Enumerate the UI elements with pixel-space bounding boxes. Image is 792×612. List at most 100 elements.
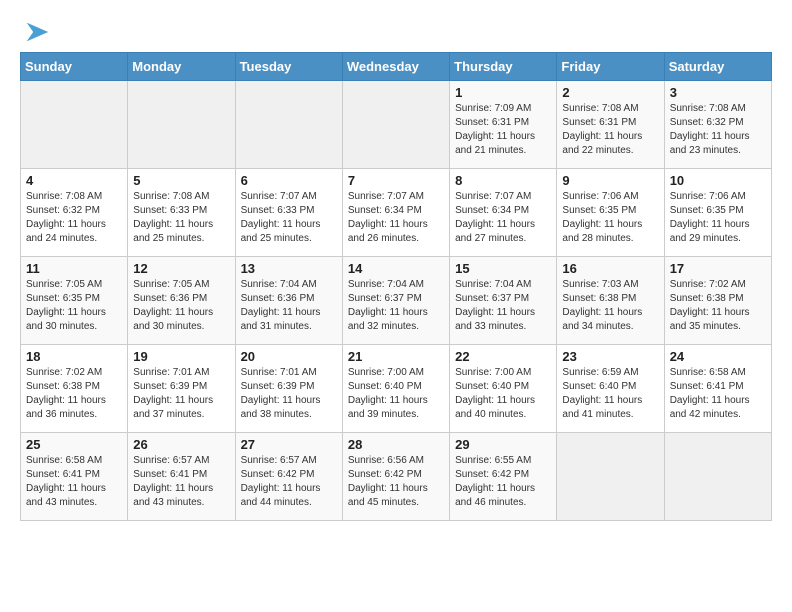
- day-number: 7: [348, 173, 444, 188]
- day-number: 3: [670, 85, 766, 100]
- day-number: 8: [455, 173, 551, 188]
- day-info: Sunrise: 6:58 AM Sunset: 6:41 PM Dayligh…: [670, 366, 766, 422]
- day-info: Sunrise: 7:06 AM Sunset: 6:35 PM Dayligh…: [562, 190, 658, 246]
- calendar-cell: 14 Sunrise: 7:04 AM Sunset: 6:37 PM Dayli…: [342, 257, 449, 345]
- day-number: 4: [26, 173, 122, 188]
- day-info: Sunrise: 7:04 AM Sunset: 6:37 PM Dayligh…: [348, 278, 444, 334]
- day-number: 27: [241, 437, 337, 452]
- header: [20, 18, 772, 42]
- calendar-cell: 25Sunrise: 6:58 AM Sunset: 6:41 PM Dayli…: [21, 433, 128, 521]
- calendar-cell: 16 Sunrise: 7:03 AM Sunset: 6:38 PM Dayli…: [557, 257, 664, 345]
- calendar-cell: 6Sunrise: 7:07 AM Sunset: 6:33 PM Daylig…: [235, 169, 342, 257]
- day-number: 15: [455, 261, 551, 276]
- calendar-cell: 18 Sunrise: 7:02 AM Sunset: 6:38 PM Dayli…: [21, 345, 128, 433]
- calendar-cell: 4Sunrise: 7:08 AM Sunset: 6:32 PM Daylig…: [21, 169, 128, 257]
- day-info: Sunrise: 7:09 AM Sunset: 6:31 PM Dayligh…: [455, 102, 551, 158]
- weekday-header-saturday: Saturday: [664, 53, 771, 81]
- day-number: 18: [26, 349, 122, 364]
- weekday-header-friday: Friday: [557, 53, 664, 81]
- calendar-week-row: 25Sunrise: 6:58 AM Sunset: 6:41 PM Dayli…: [21, 433, 772, 521]
- day-number: 11: [26, 261, 122, 276]
- calendar-cell: 1 Sunrise: 7:09 AM Sunset: 6:31 PM Daylig…: [450, 81, 557, 169]
- logo: [20, 18, 50, 42]
- day-number: 12: [133, 261, 229, 276]
- day-info: Sunrise: 6:58 AM Sunset: 6:41 PM Dayligh…: [26, 454, 122, 510]
- day-info: Sunrise: 7:02 AM Sunset: 6:38 PM Dayligh…: [670, 278, 766, 334]
- calendar-cell: 13 Sunrise: 7:04 AM Sunset: 6:36 PM Dayli…: [235, 257, 342, 345]
- day-number: 28: [348, 437, 444, 452]
- day-info: Sunrise: 6:56 AM Sunset: 6:42 PM Dayligh…: [348, 454, 444, 510]
- calendar-table: SundayMondayTuesdayWednesdayThursdayFrid…: [20, 52, 772, 521]
- calendar-cell: 27 Sunrise: 6:57 AM Sunset: 6:42 PM Dayli…: [235, 433, 342, 521]
- calendar-cell: 29 Sunrise: 6:55 AM Sunset: 6:42 PM Dayli…: [450, 433, 557, 521]
- calendar-week-row: 11 Sunrise: 7:05 AM Sunset: 6:35 PM Dayli…: [21, 257, 772, 345]
- calendar-cell: 26 Sunrise: 6:57 AM Sunset: 6:41 PM Dayli…: [128, 433, 235, 521]
- calendar-cell: 20 Sunrise: 7:01 AM Sunset: 6:39 PM Dayli…: [235, 345, 342, 433]
- weekday-header-sunday: Sunday: [21, 53, 128, 81]
- day-info: Sunrise: 7:02 AM Sunset: 6:38 PM Dayligh…: [26, 366, 122, 422]
- day-info: Sunrise: 7:04 AM Sunset: 6:37 PM Dayligh…: [455, 278, 551, 334]
- day-info: Sunrise: 7:08 AM Sunset: 6:31 PM Dayligh…: [562, 102, 658, 158]
- day-number: 13: [241, 261, 337, 276]
- day-number: 6: [241, 173, 337, 188]
- day-number: 19: [133, 349, 229, 364]
- calendar-cell: 21Sunrise: 7:00 AM Sunset: 6:40 PM Dayli…: [342, 345, 449, 433]
- day-number: 21: [348, 349, 444, 364]
- day-info: Sunrise: 7:05 AM Sunset: 6:36 PM Dayligh…: [133, 278, 229, 334]
- weekday-header-thursday: Thursday: [450, 53, 557, 81]
- calendar-cell: [128, 81, 235, 169]
- day-number: 20: [241, 349, 337, 364]
- calendar-cell: [21, 81, 128, 169]
- day-number: 23: [562, 349, 658, 364]
- calendar-cell: 15 Sunrise: 7:04 AM Sunset: 6:37 PM Dayli…: [450, 257, 557, 345]
- logo-icon: [22, 18, 50, 46]
- day-info: Sunrise: 6:59 AM Sunset: 6:40 PM Dayligh…: [562, 366, 658, 422]
- weekday-header-wednesday: Wednesday: [342, 53, 449, 81]
- day-info: Sunrise: 7:03 AM Sunset: 6:38 PM Dayligh…: [562, 278, 658, 334]
- calendar-cell: 17 Sunrise: 7:02 AM Sunset: 6:38 PM Dayli…: [664, 257, 771, 345]
- calendar-cell: 28 Sunrise: 6:56 AM Sunset: 6:42 PM Dayli…: [342, 433, 449, 521]
- day-info: Sunrise: 7:06 AM Sunset: 6:35 PM Dayligh…: [670, 190, 766, 246]
- day-number: 10: [670, 173, 766, 188]
- day-info: Sunrise: 7:07 AM Sunset: 6:34 PM Dayligh…: [348, 190, 444, 246]
- calendar-cell: 2 Sunrise: 7:08 AM Sunset: 6:31 PM Daylig…: [557, 81, 664, 169]
- calendar-cell: 7 Sunrise: 7:07 AM Sunset: 6:34 PM Daylig…: [342, 169, 449, 257]
- calendar-cell: 24Sunrise: 6:58 AM Sunset: 6:41 PM Dayli…: [664, 345, 771, 433]
- day-number: 29: [455, 437, 551, 452]
- calendar-cell: 5 Sunrise: 7:08 AM Sunset: 6:33 PM Daylig…: [128, 169, 235, 257]
- day-info: Sunrise: 7:04 AM Sunset: 6:36 PM Dayligh…: [241, 278, 337, 334]
- day-info: Sunrise: 7:08 AM Sunset: 6:33 PM Dayligh…: [133, 190, 229, 246]
- day-info: Sunrise: 7:07 AM Sunset: 6:34 PM Dayligh…: [455, 190, 551, 246]
- day-info: Sunrise: 7:01 AM Sunset: 6:39 PM Dayligh…: [241, 366, 337, 422]
- calendar-cell: 12 Sunrise: 7:05 AM Sunset: 6:36 PM Dayli…: [128, 257, 235, 345]
- calendar-cell: [557, 433, 664, 521]
- calendar-cell: [664, 433, 771, 521]
- day-number: 2: [562, 85, 658, 100]
- day-info: Sunrise: 6:57 AM Sunset: 6:41 PM Dayligh…: [133, 454, 229, 510]
- calendar-week-row: 1 Sunrise: 7:09 AM Sunset: 6:31 PM Daylig…: [21, 81, 772, 169]
- calendar-cell: 19 Sunrise: 7:01 AM Sunset: 6:39 PM Dayli…: [128, 345, 235, 433]
- day-info: Sunrise: 6:55 AM Sunset: 6:42 PM Dayligh…: [455, 454, 551, 510]
- day-number: 17: [670, 261, 766, 276]
- day-number: 5: [133, 173, 229, 188]
- calendar-cell: 10 Sunrise: 7:06 AM Sunset: 6:35 PM Dayli…: [664, 169, 771, 257]
- calendar-cell: 11 Sunrise: 7:05 AM Sunset: 6:35 PM Dayli…: [21, 257, 128, 345]
- calendar-cell: [235, 81, 342, 169]
- weekday-header-monday: Monday: [128, 53, 235, 81]
- day-info: Sunrise: 7:08 AM Sunset: 6:32 PM Dayligh…: [670, 102, 766, 158]
- calendar-cell: 3 Sunrise: 7:08 AM Sunset: 6:32 PM Daylig…: [664, 81, 771, 169]
- day-number: 16: [562, 261, 658, 276]
- calendar-page: SundayMondayTuesdayWednesdayThursdayFrid…: [0, 0, 792, 531]
- calendar-cell: [342, 81, 449, 169]
- day-number: 1: [455, 85, 551, 100]
- day-info: Sunrise: 7:05 AM Sunset: 6:35 PM Dayligh…: [26, 278, 122, 334]
- day-info: Sunrise: 7:00 AM Sunset: 6:40 PM Dayligh…: [455, 366, 551, 422]
- calendar-cell: 23 Sunrise: 6:59 AM Sunset: 6:40 PM Dayli…: [557, 345, 664, 433]
- day-number: 14: [348, 261, 444, 276]
- weekday-header-tuesday: Tuesday: [235, 53, 342, 81]
- calendar-week-row: 18 Sunrise: 7:02 AM Sunset: 6:38 PM Dayli…: [21, 345, 772, 433]
- day-info: Sunrise: 6:57 AM Sunset: 6:42 PM Dayligh…: [241, 454, 337, 510]
- day-number: 26: [133, 437, 229, 452]
- day-info: Sunrise: 7:01 AM Sunset: 6:39 PM Dayligh…: [133, 366, 229, 422]
- calendar-cell: 9Sunrise: 7:06 AM Sunset: 6:35 PM Daylig…: [557, 169, 664, 257]
